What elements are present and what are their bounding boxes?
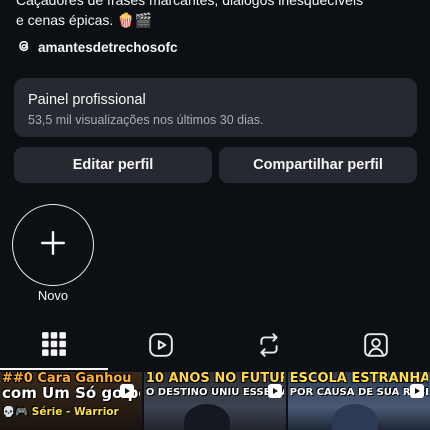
threads-handle: amantesdetrechosofc <box>38 39 178 55</box>
dashboard-subtitle: 53,5 mil visualizações nos últimos 30 di… <box>28 113 264 127</box>
profile-tabs <box>0 324 430 370</box>
reel-badge-icon <box>120 384 135 398</box>
bio-line-2: e cenas épicas. 🍿🎬 <box>16 12 153 28</box>
tagged-icon <box>363 332 389 363</box>
edit-profile-button[interactable]: Editar perfil <box>14 147 212 183</box>
post-caption-line-3: 💀🎮 Série - Warrior <box>2 406 119 418</box>
thumbnail-figure <box>331 404 378 430</box>
tab-tagged[interactable] <box>323 324 430 370</box>
post-caption-line-2: POR CAUSA DE SUA REBELDIA <box>289 387 428 398</box>
posts-grid: ##0 Cara Ganhou com Um Só golpe. 💀🎮 Séri… <box>0 372 430 430</box>
reel-badge-icon <box>268 384 283 398</box>
tab-grid[interactable] <box>0 324 108 370</box>
post-caption-line-2: O DESTINO UNIU ESSE CASAL <box>145 387 284 398</box>
plus-icon <box>40 230 66 261</box>
threads-profile-link[interactable]: amantesdetrechosofc <box>16 37 178 57</box>
reels-icon <box>148 332 174 363</box>
post-thumbnail[interactable]: ##0 Cara Ganhou com Um Só golpe. 💀🎮 Séri… <box>0 372 143 430</box>
tab-reposts[interactable] <box>215 324 323 370</box>
post-caption-line-1: 10 ANOS NO FUTURO <box>145 372 284 386</box>
new-highlight-button[interactable] <box>12 204 94 286</box>
post-thumbnail[interactable]: ESCOLA ESTRANHA POR CAUSA DE SUA REBELDI… <box>287 372 430 430</box>
tab-reels[interactable] <box>108 324 216 370</box>
post-caption-line-1: ESCOLA ESTRANHA <box>289 372 428 386</box>
grid-icon <box>41 331 67 362</box>
threads-icon <box>16 38 32 57</box>
share-profile-button[interactable]: Compartilhar perfil <box>219 147 417 183</box>
profile-bio: Caçadores de frases marcantes, diálogos … <box>16 0 416 30</box>
repost-icon <box>256 332 282 363</box>
post-thumbnail[interactable]: 10 ANOS NO FUTURO O DESTINO UNIU ESSE CA… <box>143 372 287 430</box>
dashboard-title: Painel profissional <box>28 92 146 108</box>
reel-badge-icon <box>409 384 424 398</box>
new-highlight-label: Novo <box>37 288 69 303</box>
bio-line-1: Caçadores de frases marcantes, diálogos … <box>16 0 364 8</box>
professional-dashboard[interactable]: Painel profissional 53,5 mil visualizaçõ… <box>14 78 417 137</box>
thumbnail-figure <box>183 404 230 430</box>
